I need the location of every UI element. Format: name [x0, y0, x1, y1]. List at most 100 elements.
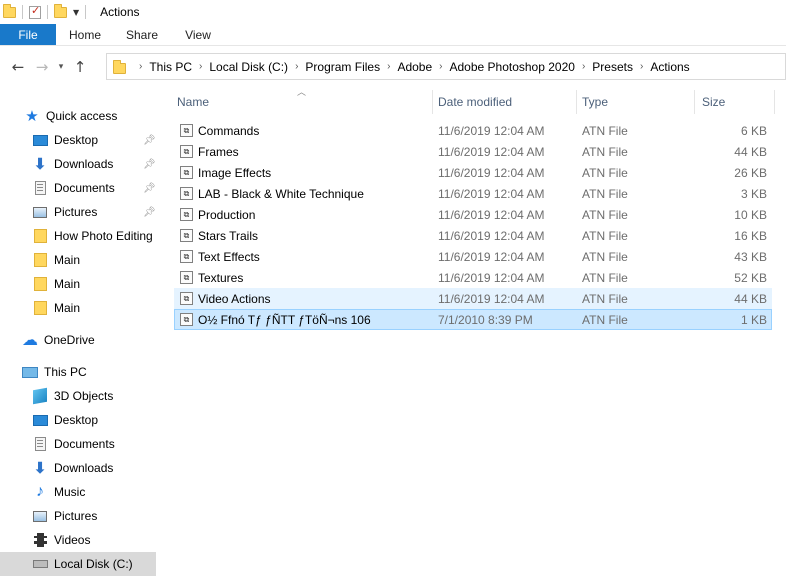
tab-view[interactable]: View	[170, 24, 226, 45]
sidebar-item-label: Desktop	[54, 413, 99, 427]
pin-icon[interactable]: 📌︎	[143, 159, 156, 170]
pin-icon[interactable]: 📌︎	[143, 207, 156, 218]
sidebar-item-main[interactable]: Main	[0, 272, 158, 296]
cube-icon	[32, 387, 48, 405]
desktop-icon	[32, 412, 48, 428]
computer-icon	[22, 364, 38, 380]
file-row[interactable]: ⧉ O½ Ffnó Tƒ ƒÑTT ƒTöÑ¬ns 106 7/1/2010 8…	[174, 309, 772, 330]
breadcrumb-actions[interactable]: Actions	[650, 60, 689, 74]
atn-file-icon: ⧉	[180, 271, 193, 284]
tab-file[interactable]: File	[0, 24, 56, 45]
properties-icon[interactable]	[29, 0, 41, 24]
sidebar-item-documents[interactable]: Documents	[0, 432, 158, 456]
file-date-modified: 11/6/2019 12:04 AM	[438, 207, 545, 222]
pin-icon[interactable]: 📌︎	[143, 135, 156, 146]
sidebar-item-pictures[interactable]: Pictures	[0, 504, 158, 528]
recent-locations-icon[interactable]: ▾	[54, 55, 68, 79]
chevron-right-icon[interactable]: ›	[387, 61, 390, 72]
forward-arrow-icon[interactable]: →	[30, 55, 54, 79]
file-name: Video Actions	[198, 291, 271, 306]
column-divider[interactable]	[694, 90, 695, 114]
file-date-modified: 11/6/2019 12:04 AM	[438, 123, 545, 138]
atn-file-icon: ⧉	[180, 145, 193, 158]
file-row[interactable]: ⧉ LAB - Black & White Technique 11/6/201…	[174, 183, 772, 204]
file-row[interactable]: ⧉ Stars Trails 11/6/2019 12:04 AM ATN Fi…	[174, 225, 772, 246]
music-note-icon: ♪	[36, 483, 44, 500]
file-date-modified: 11/6/2019 12:04 AM	[438, 270, 545, 285]
sidebar-item-downloads[interactable]: ⬇ Downloads	[0, 456, 158, 480]
sidebar-item-3d-objects[interactable]: 3D Objects	[0, 384, 158, 408]
sidebar-item-label: Documents	[54, 181, 115, 195]
sidebar-item-quick-access[interactable]: ★ Quick access	[0, 104, 158, 128]
tab-home[interactable]: Home	[56, 24, 114, 45]
chevron-right-icon[interactable]: ›	[295, 61, 298, 72]
breadcrumb-program-files[interactable]: Program Files	[305, 60, 380, 74]
file-date-modified: 11/6/2019 12:04 AM	[438, 165, 545, 180]
sidebar-item-how-photo-editing[interactable]: How Photo Editing	[0, 224, 158, 248]
toolbar-divider	[47, 5, 48, 19]
toolbar-divider	[22, 5, 23, 19]
file-type: ATN File	[582, 165, 628, 180]
file-type: ATN File	[582, 144, 628, 159]
sidebar-item-onedrive[interactable]: ☁ OneDrive	[0, 328, 158, 352]
file-type: ATN File	[582, 249, 628, 264]
column-header-name[interactable]: Name	[177, 88, 431, 116]
sidebar-item-downloads[interactable]: ⬇ Downloads 📌︎	[0, 152, 158, 176]
customize-toolbar-icon[interactable]: ▼	[73, 8, 79, 17]
chevron-right-icon[interactable]: ›	[439, 61, 442, 72]
breadcrumb-local-disk[interactable]: Local Disk (C:)	[209, 60, 288, 74]
column-header-type[interactable]: Type	[582, 88, 692, 116]
tab-share[interactable]: Share	[114, 24, 170, 45]
column-divider[interactable]	[432, 90, 433, 114]
sidebar-item-main[interactable]: Main	[0, 296, 158, 320]
sidebar-item-documents[interactable]: Documents 📌︎	[0, 176, 158, 200]
file-row[interactable]: ⧉ Commands 11/6/2019 12:04 AM ATN File 6…	[174, 120, 772, 141]
column-header-size[interactable]: Size	[702, 88, 772, 116]
chevron-right-icon[interactable]: ›	[139, 61, 142, 72]
new-folder-icon[interactable]	[54, 0, 67, 24]
file-size: 44 KB	[734, 291, 767, 306]
file-row[interactable]: ⧉ Production 11/6/2019 12:04 AM ATN File…	[174, 204, 772, 225]
file-date-modified: 11/6/2019 12:04 AM	[438, 186, 545, 201]
sidebar-item-this-pc[interactable]: This PC	[0, 360, 158, 384]
sidebar-item-music[interactable]: ♪ Music	[0, 480, 158, 504]
up-arrow-icon[interactable]: ↑	[68, 55, 92, 79]
atn-file-icon: ⧉	[180, 313, 193, 326]
download-icon: ⬇	[33, 460, 47, 477]
navigation-pane: ★ Quick access Desktop 📌︎ ⬇ Downloads 📌︎…	[0, 100, 158, 584]
sidebar-item-label: Main	[54, 277, 81, 291]
atn-file-icon: ⧉	[180, 166, 193, 179]
file-size: 10 KB	[734, 207, 767, 222]
document-icon	[32, 180, 48, 196]
file-row[interactable]: ⧉ Text Effects 11/6/2019 12:04 AM ATN Fi…	[174, 246, 772, 267]
file-size: 43 KB	[734, 249, 767, 264]
sidebar-item-videos[interactable]: Videos	[0, 528, 158, 552]
chevron-right-icon[interactable]: ›	[199, 61, 202, 72]
column-divider[interactable]	[576, 90, 577, 114]
sidebar-item-local-disk[interactable]: Local Disk (C:)	[0, 552, 156, 576]
file-row[interactable]: ⧉ Image Effects 11/6/2019 12:04 AM ATN F…	[174, 162, 772, 183]
column-divider[interactable]	[774, 90, 775, 114]
address-bar[interactable]: › This PC › Local Disk (C:) › Program Fi…	[106, 53, 786, 80]
atn-file-icon: ⧉	[180, 250, 193, 263]
folder-icon[interactable]	[3, 0, 16, 24]
sidebar-item-pictures[interactable]: Pictures 📌︎	[0, 200, 158, 224]
sidebar-item-desktop[interactable]: Desktop	[0, 408, 158, 432]
chevron-right-icon[interactable]: ›	[582, 61, 585, 72]
pin-icon[interactable]: 📌︎	[143, 183, 156, 194]
breadcrumb-this-pc[interactable]: This PC	[149, 60, 192, 74]
sidebar-item-main[interactable]: Main	[0, 248, 158, 272]
back-arrow-icon[interactable]: ←	[6, 55, 30, 79]
file-size: 6 KB	[740, 123, 767, 138]
file-row[interactable]: ⧉ Textures 11/6/2019 12:04 AM ATN File 5…	[174, 267, 772, 288]
column-header-date-modified[interactable]: Date modified	[438, 88, 574, 116]
breadcrumb-photoshop[interactable]: Adobe Photoshop 2020	[449, 60, 574, 74]
sidebar-item-desktop[interactable]: Desktop 📌︎	[0, 128, 158, 152]
chevron-right-icon[interactable]: ›	[640, 61, 643, 72]
cloud-icon: ☁	[22, 332, 38, 349]
breadcrumb-adobe[interactable]: Adobe	[397, 60, 432, 74]
file-row[interactable]: ⧉ Frames 11/6/2019 12:04 AM ATN File 44 …	[174, 141, 772, 162]
file-row[interactable]: ⧉ Video Actions 11/6/2019 12:04 AM ATN F…	[174, 288, 772, 309]
file-type: ATN File	[582, 312, 628, 327]
breadcrumb-presets[interactable]: Presets	[592, 60, 633, 74]
